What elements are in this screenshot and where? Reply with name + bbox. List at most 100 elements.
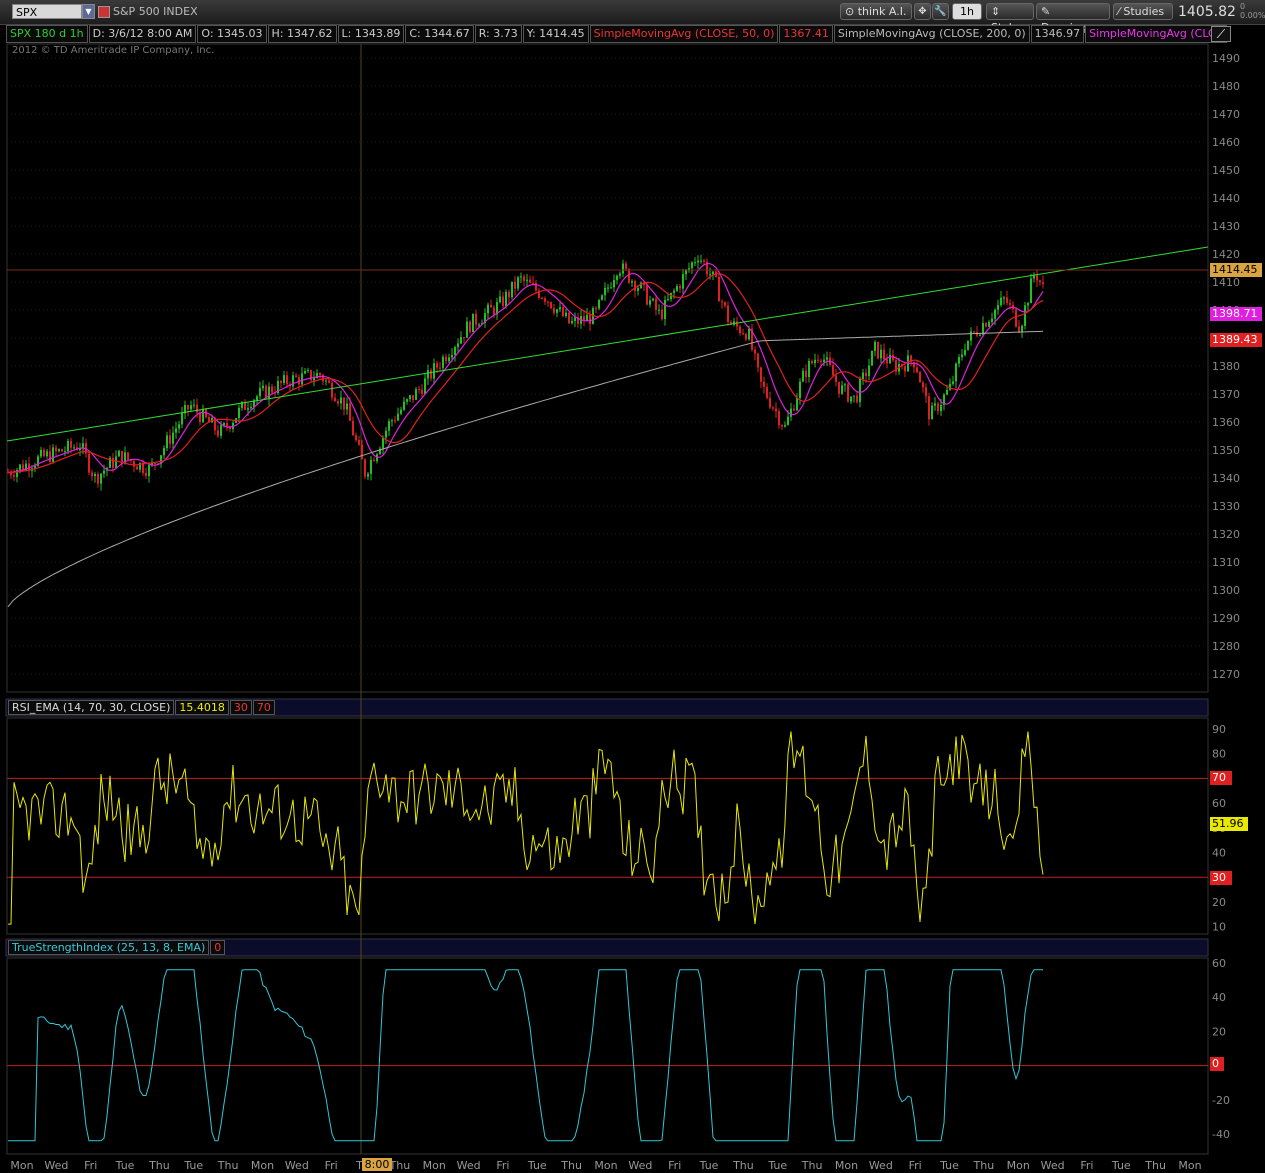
candle-down — [328, 380, 330, 383]
candle-down — [13, 475, 15, 477]
candle-up — [853, 395, 855, 397]
candle-up — [388, 421, 390, 431]
candle-down — [985, 323, 987, 327]
candle-up — [46, 451, 48, 457]
candle-down — [772, 407, 774, 409]
candle-up — [526, 279, 528, 281]
candle-down — [214, 418, 216, 431]
candle-down — [136, 466, 138, 470]
candle-up — [979, 334, 981, 336]
candle-up — [682, 274, 684, 289]
sma-magenta-badge: 1398.71 — [1210, 307, 1262, 321]
time-axis-label: Tue — [939, 1159, 959, 1172]
candle-down — [805, 370, 807, 377]
candle-down — [865, 372, 867, 377]
candle-up — [571, 321, 573, 324]
candle-up — [934, 403, 936, 406]
candle-down — [10, 472, 12, 476]
candle-up — [967, 340, 969, 350]
candle-up — [325, 380, 327, 382]
candle-down — [577, 317, 579, 324]
symbol-link-icon[interactable] — [98, 6, 110, 18]
time-axis-label: Fri — [325, 1159, 338, 1172]
drawing-tool-icon[interactable]: ⟋ — [1211, 26, 1231, 42]
time-axis-label: Thu — [1144, 1159, 1166, 1172]
candle-down — [976, 332, 978, 336]
candle-down — [352, 420, 354, 436]
candle-up — [871, 350, 873, 366]
candle-down — [112, 457, 114, 468]
candle-up — [988, 321, 990, 327]
candle-up — [517, 277, 519, 289]
candle-up — [94, 474, 96, 477]
time-axis-label: Tue — [1111, 1159, 1131, 1172]
candle-up — [58, 449, 60, 452]
candle-down — [634, 281, 636, 291]
sma200-label[interactable]: SimpleMovingAvg (CLOSE, 200, 0) — [833, 25, 1030, 43]
candle-up — [637, 287, 639, 291]
sma-other-label[interactable]: SimpleMovingAvg (CLOSE,... — [1085, 25, 1228, 43]
candle-up — [262, 385, 264, 389]
candle-down — [130, 459, 132, 461]
candle-up — [790, 408, 792, 417]
candle-up — [316, 373, 318, 379]
candle-up — [139, 462, 141, 470]
candle-up — [748, 328, 750, 340]
time-axis-label: Wed — [628, 1159, 652, 1172]
candle-up — [1003, 297, 1005, 299]
time-axis-label: Tue — [527, 1159, 547, 1172]
price-tick-label: 1470 — [1212, 108, 1240, 121]
candle-up — [190, 405, 192, 410]
tsi-name[interactable]: TrueStrengthIndex (25, 13, 8, EMA) — [8, 940, 210, 955]
candle-down — [43, 449, 45, 457]
drawings-button[interactable]: ✎ Drawings — [1036, 3, 1110, 34]
candle-down — [1018, 326, 1020, 333]
candle-down — [205, 409, 207, 418]
candle-up — [391, 420, 393, 422]
candle-up — [40, 449, 42, 457]
style-button[interactable]: ⇕ Style — [986, 3, 1034, 34]
candle-up — [454, 347, 456, 356]
candle-up — [481, 323, 483, 325]
think-ai-button[interactable]: ⊙ think A.I. — [840, 3, 912, 20]
candle-up — [487, 304, 489, 314]
candle-down — [1036, 274, 1038, 281]
candle-up — [580, 316, 582, 324]
symbol-dropdown-icon[interactable]: ▼ — [82, 4, 95, 19]
candle-up — [103, 470, 105, 474]
chart-id[interactable]: SPX 180 d 1h — [6, 25, 88, 43]
candle-up — [238, 407, 240, 419]
candle-up — [700, 260, 702, 262]
candle-up — [163, 448, 165, 456]
candle-down — [541, 297, 543, 299]
crosshair-icon[interactable]: ✥ — [914, 3, 931, 20]
candle-up — [520, 276, 522, 278]
candle-down — [1006, 297, 1008, 304]
tsi-line — [8, 969, 1043, 1142]
studies-button[interactable]: ⁄ Studies — [1113, 3, 1173, 20]
candle-up — [400, 409, 402, 414]
bar-open: O: 1345.03 — [197, 25, 267, 43]
candle-up — [451, 355, 453, 358]
candle-down — [778, 411, 780, 426]
time-axis-label: Wed — [457, 1159, 481, 1172]
candle-up — [385, 430, 387, 438]
candle-up — [667, 299, 669, 301]
candle-down — [973, 331, 975, 333]
sma50-label[interactable]: SimpleMovingAvg (CLOSE, 50, 0) — [589, 25, 779, 43]
wrench-icon[interactable]: 🔧 — [932, 3, 949, 20]
candle-up — [340, 397, 342, 404]
candle-up — [970, 331, 972, 341]
candle-up — [1024, 305, 1026, 326]
symbol-input[interactable]: SPX — [12, 4, 82, 19]
tsi-tick-label: 40 — [1212, 991, 1226, 1004]
candle-down — [901, 364, 903, 367]
bar-range: R: 3.73 — [474, 25, 522, 43]
candle-down — [412, 395, 414, 400]
candle-up — [991, 318, 993, 322]
candle-up — [823, 359, 825, 362]
rsi-name[interactable]: RSI_EMA (14, 70, 30, CLOSE) — [8, 700, 175, 715]
price-tick-label: 1270 — [1212, 668, 1240, 681]
interval-button[interactable]: 1h — [952, 3, 982, 20]
cursor-price-badge: 1414.45 — [1210, 263, 1262, 277]
